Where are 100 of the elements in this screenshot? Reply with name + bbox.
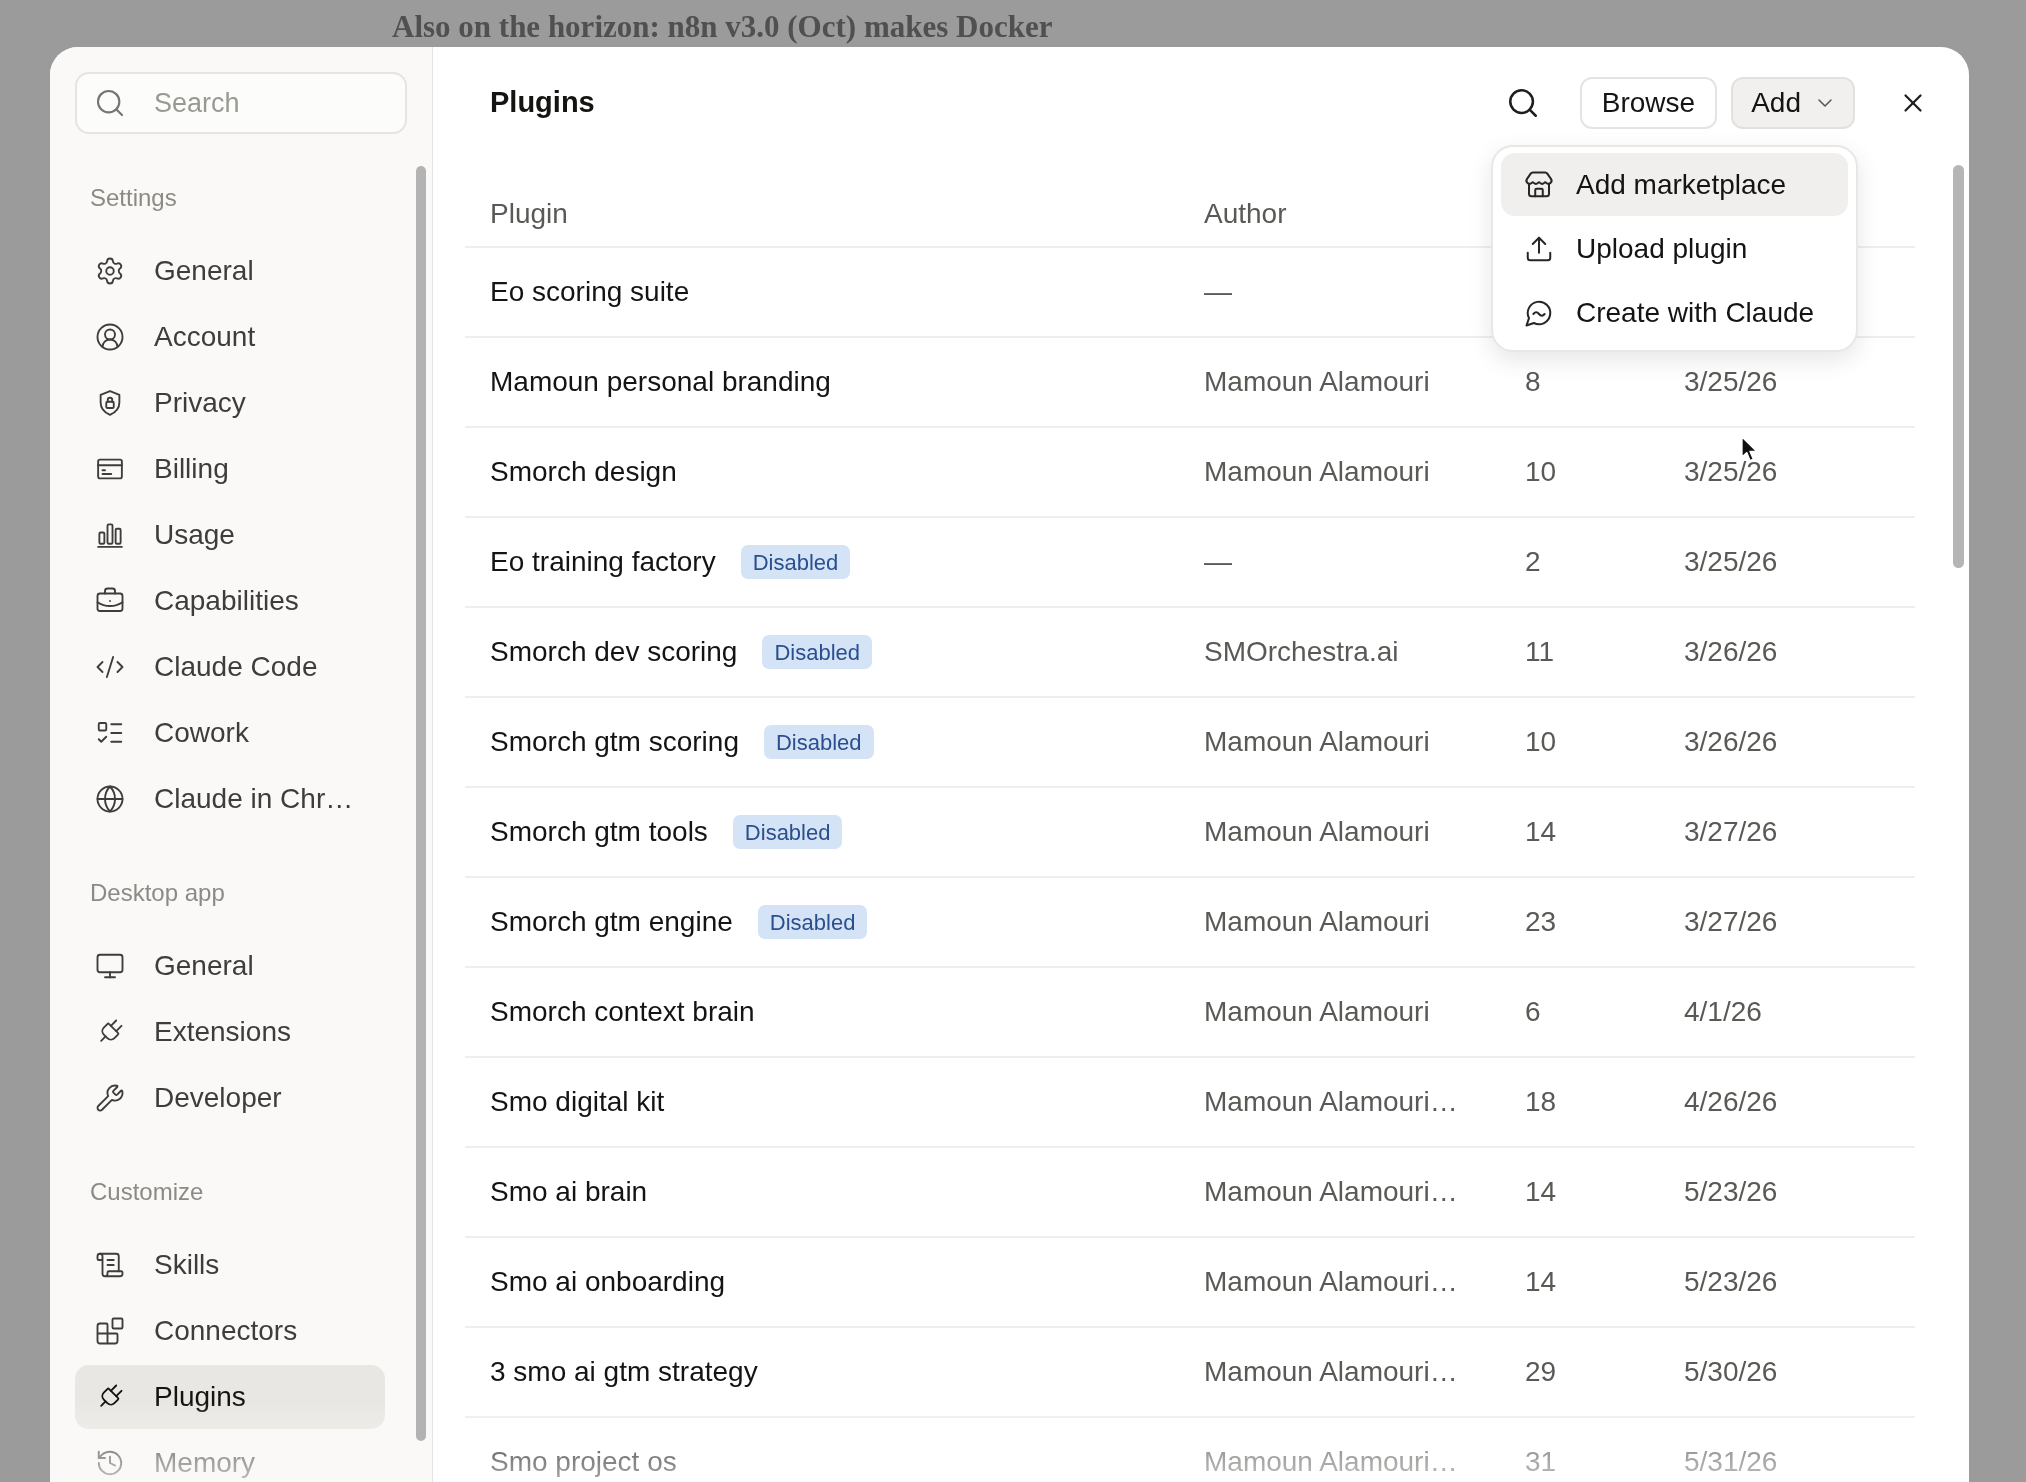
date-cell-text: 3/26/26 — [1684, 725, 1778, 759]
date-cell-text: 3/25/26 — [1684, 545, 1778, 579]
scroll-icon — [95, 1250, 125, 1280]
background-headline: Also on the horizon: n8n v3.0 (Oct) makes Docker — [392, 9, 1053, 44]
author-name: Mamoun Alamouri… — [1204, 1085, 1458, 1119]
author-name: Mamoun Alamouri — [1204, 455, 1430, 489]
plugin-name: Smorch gtm tools — [490, 815, 708, 849]
author-name: Mamoun Alamouri… — [1204, 1445, 1458, 1479]
menu-item[interactable]: Create with Claude — [1501, 281, 1848, 344]
page-title: Plugins — [490, 85, 595, 121]
plugin-name: Smo digital kit — [490, 1085, 665, 1119]
sidebar-item[interactable]: Claude in Chr… — [75, 767, 385, 831]
sidebar-item[interactable]: Cowork — [75, 701, 385, 765]
section-label: Customize — [90, 1177, 204, 1207]
number-cell-text: 14 — [1525, 1265, 1557, 1299]
status-badge: Disabled — [740, 545, 851, 579]
number-cell-text: 2 — [1525, 545, 1541, 579]
wrench-icon — [95, 1083, 125, 1113]
menu-item[interactable]: Upload plugin — [1501, 217, 1848, 280]
number-cell-text: 14 — [1525, 1175, 1557, 1209]
date-cell-text: 5/31/26 — [1684, 1445, 1778, 1479]
blocks-icon — [95, 1316, 125, 1346]
menu-item[interactable]: Add marketplace — [1501, 153, 1848, 216]
number-cell-text: 14 — [1525, 815, 1557, 849]
sidebar-item[interactable]: General — [75, 239, 385, 303]
number-cell-text: 18 — [1525, 1085, 1557, 1119]
search-icon — [94, 87, 126, 119]
sidebar-item[interactable]: General — [75, 934, 385, 998]
scrollbar[interactable] — [1953, 165, 1964, 568]
author-name: Mamoun Alamouri… — [1204, 1265, 1458, 1299]
plugin-name: Smo ai onboarding — [490, 1265, 726, 1299]
sidebar-item[interactable]: Connectors — [75, 1299, 385, 1363]
status-badge: Disabled — [763, 725, 874, 759]
author-name: Mamoun Alamouri — [1204, 995, 1430, 1029]
sidebar-item[interactable]: Privacy — [75, 371, 385, 435]
add-button[interactable]: Add — [1731, 77, 1855, 129]
section-label: Desktop app — [90, 878, 225, 908]
date-cell-text: 5/23/26 — [1684, 1175, 1778, 1209]
plugin-name: Smorch context brain — [490, 995, 755, 1029]
date-cell-text: 4/26/26 — [1684, 1085, 1778, 1119]
section-label: Settings — [90, 183, 177, 213]
number-cell-text: 29 — [1525, 1355, 1557, 1389]
author-name: Mamoun Alamouri — [1204, 725, 1430, 759]
status-badge: Disabled — [757, 905, 868, 939]
sidebar-item[interactable]: Capabilities — [75, 569, 385, 633]
author-name: — — [1204, 275, 1232, 309]
plugin-name: Eo training factory — [490, 545, 716, 579]
author-name: SMOrchestra.ai — [1204, 635, 1399, 669]
column-header: Author — [1204, 197, 1287, 231]
sidebar-item[interactable]: Claude Code — [75, 635, 385, 699]
number-cell-text: 10 — [1525, 725, 1557, 759]
date-cell-text: 5/30/26 — [1684, 1355, 1778, 1389]
number-cell-text: 31 — [1525, 1445, 1557, 1479]
sidebar-item[interactable]: Extensions — [75, 1000, 385, 1064]
number-cell-text: 8 — [1525, 365, 1541, 399]
date-cell-text: 5/23/26 — [1684, 1265, 1778, 1299]
number-cell-text: 23 — [1525, 905, 1557, 939]
status-badge: Disabled — [732, 815, 843, 849]
history-icon — [95, 1448, 125, 1478]
column-header: Plugin — [490, 197, 568, 231]
date-cell-text: 3/27/26 — [1684, 815, 1778, 849]
globe-icon — [95, 784, 125, 814]
date-cell-text: 3/25/26 — [1684, 455, 1778, 489]
search-field[interactable]: Search — [75, 72, 407, 134]
author-name: — — [1204, 545, 1232, 579]
plugin-name: Smo project os — [490, 1445, 677, 1479]
store-icon — [1524, 169, 1554, 200]
plugin-name: 3 smo ai gtm strategy — [490, 1355, 758, 1389]
number-cell-text: 10 — [1525, 455, 1557, 489]
date-cell-text: 3/27/26 — [1684, 905, 1778, 939]
number-cell-text: 6 — [1525, 995, 1541, 1029]
plugin-name: Smo ai brain — [490, 1175, 648, 1209]
author-name: Mamoun Alamouri — [1204, 365, 1430, 399]
author-name: Mamoun Alamouri — [1204, 905, 1430, 939]
number-cell-text: 11 — [1525, 635, 1555, 669]
browse-button[interactable]: Browse — [1579, 77, 1718, 129]
plugin-name: Eo scoring suite — [490, 275, 690, 309]
author-name: Mamoun Alamouri… — [1204, 1355, 1458, 1389]
sidebar-item[interactable]: Account — [75, 305, 385, 369]
date-cell-text: 3/25/26 — [1684, 365, 1778, 399]
scrollbar[interactable] — [416, 166, 426, 1441]
gear-icon — [95, 256, 125, 286]
plugin-name: Smorch gtm scoring — [490, 725, 739, 759]
author-name: Mamoun Alamouri… — [1204, 1175, 1458, 1209]
sidebar-item[interactable]: Billing — [75, 437, 385, 501]
author-name: Mamoun Alamouri — [1204, 815, 1430, 849]
bar-chart-icon — [95, 520, 125, 550]
date-cell-text: 4/1/26 — [1684, 995, 1762, 1029]
sidebar-item[interactable]: Skills — [75, 1233, 385, 1297]
date-cell-text: 3/26/26 — [1684, 635, 1778, 669]
plugin-name: Smorch design — [490, 455, 677, 489]
monitor-icon — [95, 951, 125, 981]
status-badge: Disabled — [762, 635, 873, 669]
sidebar-item[interactable]: Usage — [75, 503, 385, 567]
sidebar-item[interactable]: Plugins — [75, 1365, 385, 1429]
plugin-name: Mamoun personal branding — [490, 365, 831, 399]
plugin-name: Smorch dev scoring — [490, 635, 738, 669]
plugin-name: Smorch gtm engine — [490, 905, 733, 939]
user-circle-icon — [95, 322, 125, 352]
sidebar-item[interactable]: Developer — [75, 1066, 385, 1130]
